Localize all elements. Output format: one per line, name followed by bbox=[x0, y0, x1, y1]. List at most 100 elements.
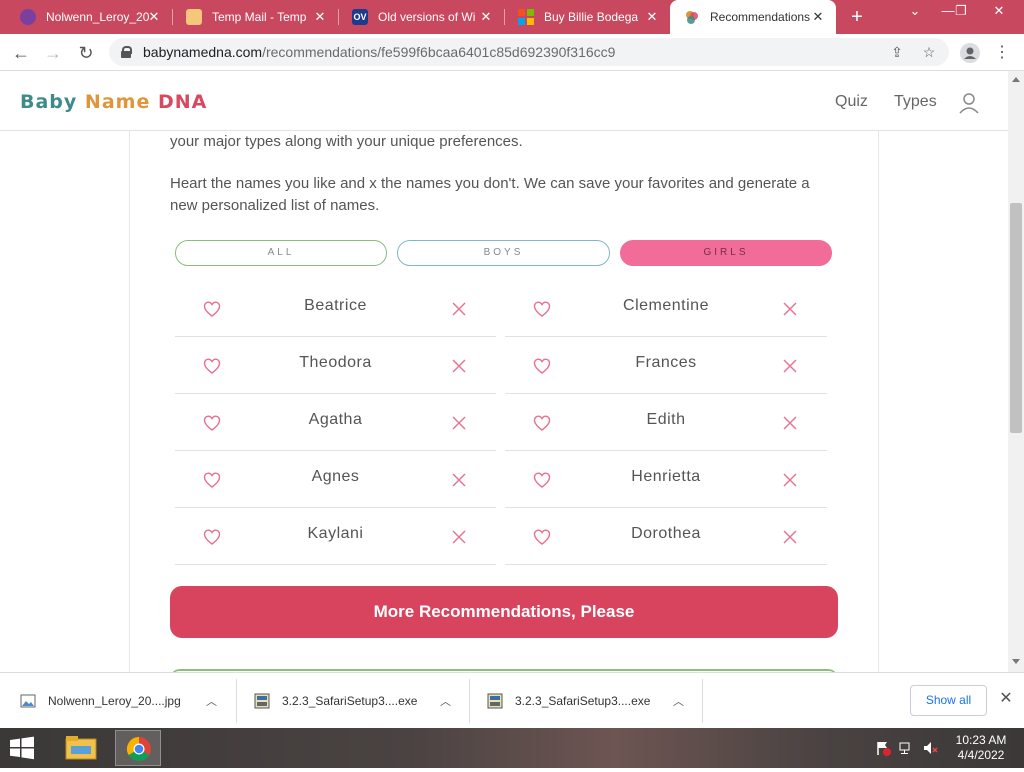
dismiss-x-icon[interactable] bbox=[452, 416, 466, 430]
address-bar[interactable]: babynamedna.com/recommendations/fe599f6b… bbox=[109, 38, 949, 66]
baby-name: Kaylani bbox=[307, 525, 364, 542]
tab-title: Nolwenn_Leroy_20 bbox=[46, 10, 150, 24]
dismiss-x-icon[interactable] bbox=[452, 359, 466, 373]
dismiss-x-icon[interactable] bbox=[783, 416, 797, 430]
baby-name: Beatrice bbox=[304, 297, 367, 314]
baby-name: Theodora bbox=[299, 354, 372, 371]
close-icon[interactable]: ✕ bbox=[810, 9, 826, 25]
name-row: Agatha bbox=[175, 394, 496, 451]
download-item[interactable]: 3.2.3_SafariSetup3....exe ︿ bbox=[487, 679, 687, 723]
name-row: Theodora bbox=[175, 337, 496, 394]
chevron-down-icon[interactable]: ⌄ bbox=[900, 0, 930, 30]
site-header: Baby Name DNA Quiz Types bbox=[0, 71, 1008, 131]
download-filename: 3.2.3_SafariSetup3....exe bbox=[282, 694, 418, 708]
download-item[interactable]: 3.2.3_SafariSetup3....exe ︿ bbox=[254, 679, 454, 723]
flag-alert-icon[interactable] bbox=[875, 740, 891, 756]
show-all-button[interactable]: Show all bbox=[910, 685, 987, 716]
forward-arrow-icon[interactable]: → bbox=[40, 40, 66, 66]
name-row: Beatrice bbox=[175, 280, 496, 337]
new-tab-icon[interactable]: + bbox=[846, 6, 868, 28]
heart-icon[interactable] bbox=[533, 529, 551, 545]
browser-toolbar: ← → ↻ babynamedna.com/recommendations/fe… bbox=[0, 34, 1024, 71]
envelope-icon bbox=[186, 9, 202, 25]
chevron-up-icon[interactable]: ︿ bbox=[440, 693, 454, 709]
dismiss-x-icon[interactable] bbox=[783, 530, 797, 544]
microsoft-icon bbox=[518, 9, 534, 25]
page-scrollbar[interactable] bbox=[1008, 71, 1024, 672]
close-icon[interactable]: ✕ bbox=[997, 690, 1015, 708]
tab-old-versions[interactable]: OV Old versions of Wi ✕ bbox=[338, 0, 504, 34]
heart-icon[interactable] bbox=[533, 472, 551, 488]
bookmark-star-icon[interactable]: ☆ bbox=[921, 44, 937, 60]
babyname-icon bbox=[684, 9, 700, 25]
firefox-like-icon bbox=[20, 9, 36, 25]
volume-muted-icon[interactable] bbox=[922, 740, 938, 756]
name-row: Dorothea bbox=[505, 508, 827, 565]
scroll-up-icon[interactable] bbox=[1012, 77, 1020, 82]
user-icon[interactable] bbox=[958, 92, 980, 114]
name-row: Clementine bbox=[505, 280, 827, 337]
close-icon[interactable]: ✕ bbox=[478, 9, 494, 25]
dismiss-x-icon[interactable] bbox=[452, 302, 466, 316]
reload-icon[interactable]: ↻ bbox=[73, 40, 99, 66]
close-icon[interactable]: ✕ bbox=[146, 9, 162, 25]
scroll-down-icon[interactable] bbox=[1012, 659, 1020, 664]
name-row: Kaylani bbox=[175, 508, 496, 565]
baby-name: Edith bbox=[646, 411, 686, 428]
heart-icon[interactable] bbox=[533, 415, 551, 431]
filter-girls-button[interactable]: GIRLS bbox=[620, 240, 832, 266]
network-icon[interactable] bbox=[898, 740, 914, 756]
kebab-menu-icon[interactable]: ⋮ bbox=[989, 40, 1015, 66]
image-file-icon bbox=[20, 693, 36, 709]
heart-icon[interactable] bbox=[203, 358, 221, 374]
site-logo[interactable]: Baby Name DNA bbox=[20, 91, 207, 113]
intro-text: your major types along with your unique … bbox=[170, 133, 523, 150]
chevron-up-icon[interactable]: ︿ bbox=[673, 693, 687, 709]
download-separator bbox=[702, 679, 703, 723]
logo-part-dna: DNA bbox=[157, 91, 208, 113]
nav-quiz-link[interactable]: Quiz bbox=[835, 93, 868, 111]
more-recommendations-button[interactable]: More Recommendations, Please bbox=[170, 586, 838, 638]
installer-icon bbox=[487, 693, 503, 709]
tab-title: Recommendations bbox=[710, 10, 811, 24]
dismiss-x-icon[interactable] bbox=[783, 302, 797, 316]
tab-nolwenn[interactable]: Nolwenn_Leroy_20 ✕ bbox=[6, 0, 172, 34]
tab-temp-mail[interactable]: Temp Mail - Temp ✕ bbox=[172, 0, 338, 34]
clock-time: 10:23 AM bbox=[955, 733, 1007, 747]
download-item[interactable]: Nolwenn_Leroy_20....jpg ︿ bbox=[20, 679, 220, 723]
nav-types-link[interactable]: Types bbox=[894, 93, 937, 111]
name-row: Agnes bbox=[175, 451, 496, 508]
filter-boys-button[interactable]: BOYS bbox=[397, 240, 610, 266]
baby-name: Henrietta bbox=[631, 468, 701, 485]
heart-icon[interactable] bbox=[203, 472, 221, 488]
chevron-up-icon[interactable]: ︿ bbox=[206, 693, 220, 709]
close-icon[interactable]: ✕ bbox=[312, 9, 328, 25]
window-close-icon[interactable]: ✕ bbox=[984, 0, 1014, 30]
dismiss-x-icon[interactable] bbox=[783, 473, 797, 487]
tab-recommendations[interactable]: Recommendations ✕ bbox=[670, 0, 836, 34]
profile-icon[interactable] bbox=[957, 40, 983, 66]
close-icon[interactable]: ✕ bbox=[644, 9, 660, 25]
heart-icon[interactable] bbox=[203, 529, 221, 545]
taskbar-clock[interactable]: 10:23 AM 4/4/2022 bbox=[950, 733, 1012, 763]
filter-all-button[interactable]: ALL bbox=[175, 240, 387, 266]
tab-billie-bodega[interactable]: Buy Billie Bodega ✕ bbox=[504, 0, 670, 34]
restore-icon[interactable]: ❐ bbox=[948, 0, 974, 30]
dismiss-x-icon[interactable] bbox=[452, 473, 466, 487]
dismiss-x-icon[interactable] bbox=[452, 530, 466, 544]
back-arrow-icon[interactable]: ← bbox=[8, 40, 34, 66]
file-explorer-icon[interactable] bbox=[58, 730, 104, 766]
share-icon[interactable]: ⇪ bbox=[889, 44, 905, 60]
baby-name: Clementine bbox=[623, 297, 709, 314]
clock-date: 4/4/2022 bbox=[957, 748, 1005, 762]
dismiss-x-icon[interactable] bbox=[783, 359, 797, 373]
download-separator bbox=[236, 679, 237, 723]
heart-icon[interactable] bbox=[203, 415, 221, 431]
heart-icon[interactable] bbox=[533, 301, 551, 317]
heart-icon[interactable] bbox=[203, 301, 221, 317]
heart-icon[interactable] bbox=[533, 358, 551, 374]
baby-name: Agnes bbox=[311, 468, 360, 485]
chrome-icon[interactable] bbox=[115, 730, 161, 766]
scrollbar-thumb[interactable] bbox=[1010, 203, 1022, 433]
windows-start-icon[interactable] bbox=[8, 736, 38, 760]
